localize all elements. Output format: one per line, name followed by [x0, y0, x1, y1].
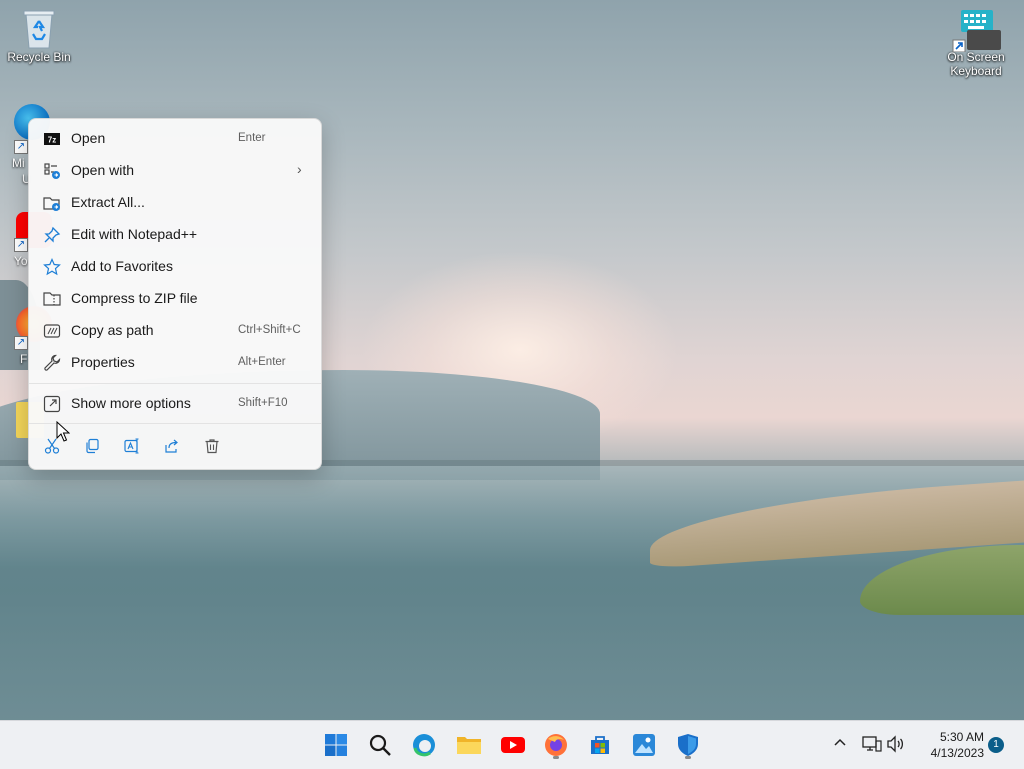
taskbar-photos[interactable] — [628, 729, 660, 761]
share-icon — [165, 439, 178, 453]
taskbar: 5:30 AM 4/13/2023 1 — [0, 720, 1024, 769]
delete-button[interactable] — [197, 431, 227, 461]
start-button[interactable] — [320, 729, 352, 761]
volume-tray-button[interactable] — [886, 735, 906, 758]
store-icon — [591, 736, 609, 754]
search-button[interactable] — [364, 729, 396, 761]
menu-item-add-to-favorites[interactable]: Add to Favorites — [35, 251, 315, 281]
pin-icon — [43, 226, 61, 244]
rename-icon — [124, 438, 139, 454]
on-screen-keyboard-desktop-icon[interactable]: On Screen Keyboard — [940, 8, 1012, 78]
menu-item-shortcut: Shift+F10 — [238, 397, 288, 409]
clock-date: 4/13/2023 — [930, 746, 984, 760]
windows-logo-icon — [325, 734, 347, 756]
network-tray-button[interactable] — [862, 735, 882, 758]
show-hidden-icons-button[interactable] — [832, 735, 848, 756]
menu-item-label: Open — [71, 130, 106, 146]
running-indicator — [553, 756, 559, 759]
menu-item-open-with[interactable]: Open with › — [35, 155, 315, 185]
edge-desktop-label: Mi — [12, 156, 25, 170]
menu-item-label: Open with — [71, 162, 135, 178]
menu-item-extract-all[interactable]: Extract All... — [35, 187, 315, 217]
recycle-bin-label: Recycle Bin — [7, 50, 71, 64]
running-indicator — [685, 756, 691, 759]
menu-item-label: Show more options — [71, 395, 191, 411]
context-menu: 7z Open Enter Open with › Extract All...… — [28, 118, 322, 470]
youtube-desktop-label: Yo — [14, 254, 28, 268]
taskbar-windows-security[interactable] — [672, 729, 704, 761]
show-more-icon — [43, 395, 61, 413]
rename-button[interactable] — [117, 431, 147, 461]
menu-item-show-more-options[interactable]: Show more options Shift+F10 — [35, 388, 315, 418]
menu-item-open[interactable]: 7z Open Enter — [35, 123, 315, 153]
copy-button[interactable] — [77, 431, 107, 461]
star-icon — [43, 258, 61, 276]
mouse-cursor-icon — [56, 421, 70, 442]
youtube-icon — [501, 737, 525, 753]
notification-badge[interactable]: 1 — [988, 737, 1004, 753]
shield-icon — [678, 734, 698, 756]
recycle-bin-desktop-icon[interactable]: Recycle Bin — [4, 8, 74, 64]
chevron-right-icon: › — [297, 161, 302, 177]
search-icon — [369, 734, 391, 756]
menu-item-label: Compress to ZIP file — [71, 290, 198, 306]
taskbar-microsoft-store[interactable] — [584, 729, 616, 761]
taskbar-youtube[interactable] — [496, 729, 528, 761]
menu-item-label: Copy as path — [71, 322, 154, 338]
shortcut-arrow-icon: ↗ — [14, 238, 28, 252]
photos-icon — [633, 734, 655, 756]
network-icon — [862, 736, 882, 752]
menu-item-label: Edit with Notepad++ — [71, 226, 198, 242]
on-screen-keyboard-label: On Screen Keyboard — [947, 50, 1005, 78]
delete-icon — [205, 439, 219, 454]
edge-icon — [413, 734, 435, 757]
firefox-icon — [545, 734, 567, 756]
shortcut-arrow-icon: ↗ — [14, 336, 28, 350]
taskbar-firefox[interactable] — [540, 729, 572, 761]
menu-item-copy-as-path[interactable]: Copy as path Ctrl+Shift+C — [35, 315, 315, 345]
menu-item-shortcut: Enter — [238, 132, 266, 144]
open-with-icon — [43, 162, 61, 180]
shortcut-arrow-icon: ↗ — [14, 140, 28, 154]
7zip-icon: 7z — [43, 130, 61, 148]
firefox-desktop-label: F — [20, 352, 28, 366]
menu-item-shortcut: Alt+Enter — [238, 356, 286, 368]
menu-separator — [29, 423, 321, 424]
clock-time: 5:30 AM — [939, 730, 984, 744]
speaker-icon — [887, 735, 904, 753]
recycle-bin-icon — [21, 8, 57, 50]
menu-separator — [29, 383, 321, 384]
folder-icon — [457, 737, 481, 754]
taskbar-edge[interactable] — [408, 729, 440, 761]
menu-item-label: Properties — [71, 354, 135, 370]
menu-quick-actions — [29, 427, 321, 465]
copy-icon — [86, 438, 99, 454]
extract-icon — [43, 194, 61, 212]
menu-item-edit-notepadpp[interactable]: Edit with Notepad++ — [35, 219, 315, 249]
menu-item-shortcut: Ctrl+Shift+C — [238, 324, 301, 336]
keyboard-icon — [951, 8, 1001, 53]
share-button[interactable] — [157, 431, 187, 461]
chevron-up-icon — [834, 738, 846, 746]
wrench-icon — [43, 354, 61, 372]
svg-text:7z: 7z — [48, 136, 56, 145]
menu-item-compress-zip[interactable]: Compress to ZIP file — [35, 283, 315, 313]
copy-path-icon — [43, 322, 61, 340]
clock-button[interactable]: 5:30 AM 4/13/2023 — [912, 729, 984, 761]
menu-item-label: Extract All... — [71, 194, 145, 210]
taskbar-file-explorer[interactable] — [452, 729, 484, 761]
menu-item-properties[interactable]: Properties Alt+Enter — [35, 347, 315, 377]
zip-icon — [43, 290, 61, 308]
menu-item-label: Add to Favorites — [71, 258, 173, 274]
